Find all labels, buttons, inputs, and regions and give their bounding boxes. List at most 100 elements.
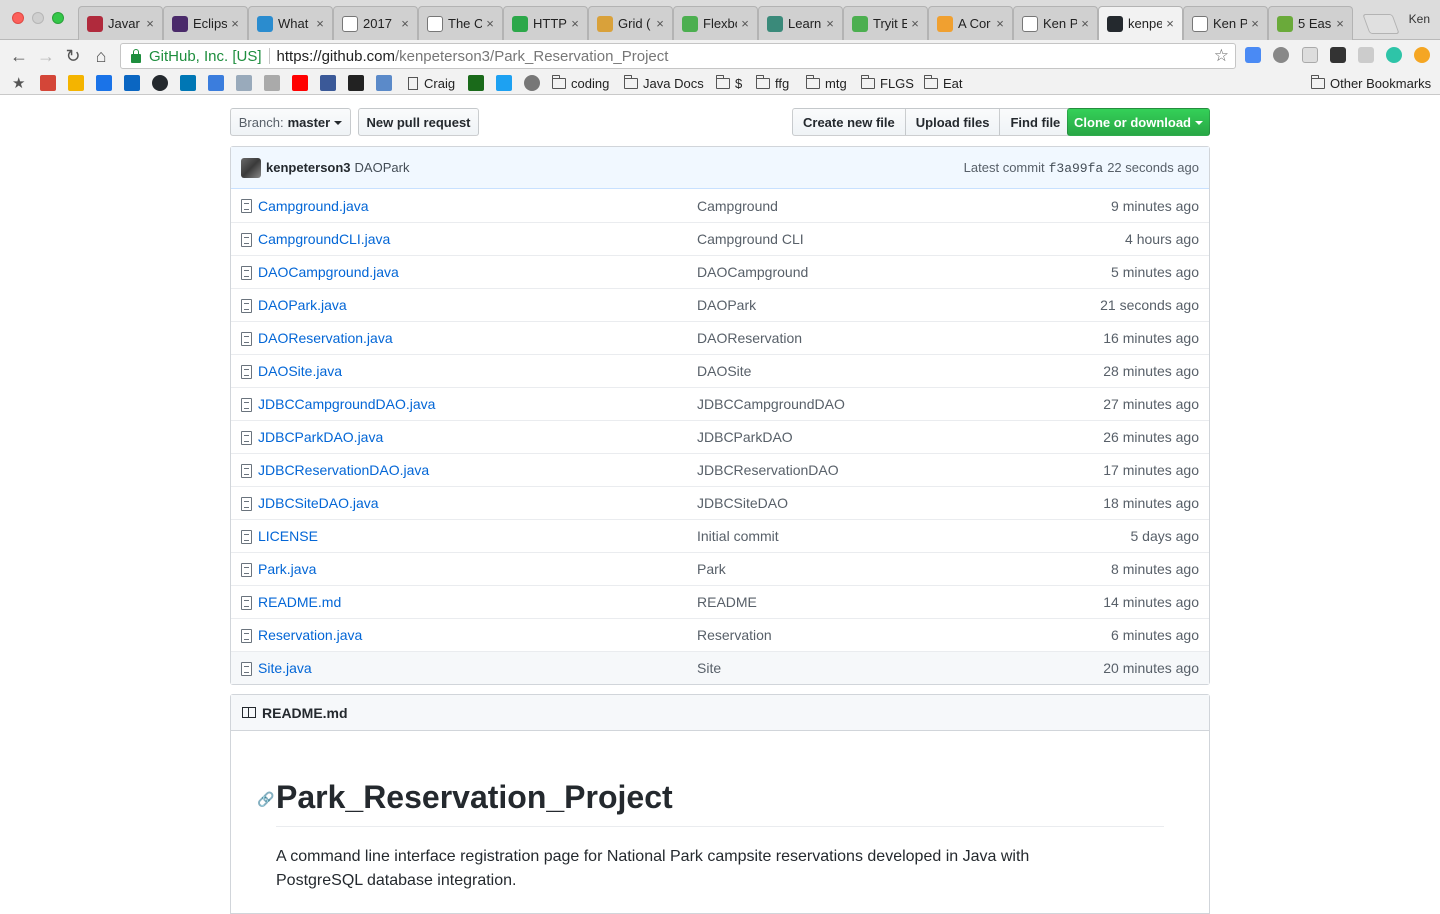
file-commit-message[interactable]: DAOCampground <box>697 264 808 280</box>
browser-tab[interactable]: The C × <box>418 6 503 40</box>
close-tab-icon[interactable]: × <box>229 16 241 31</box>
file-name-link[interactable]: DAOPark.java <box>258 297 347 313</box>
avatar[interactable] <box>241 157 261 178</box>
file-name-link[interactable]: Park.java <box>258 561 316 577</box>
browser-tab[interactable]: A Cor × <box>928 6 1013 40</box>
link-anchor-icon[interactable]: 🔗 <box>257 791 274 808</box>
create-new-file-button[interactable]: Create new file <box>792 108 906 136</box>
file-commit-message[interactable]: Reservation <box>697 627 772 643</box>
file-commit-message[interactable]: Site <box>697 660 721 676</box>
browser-tab[interactable]: Tryit E × <box>843 6 928 40</box>
file-commit-message[interactable]: README <box>697 594 757 610</box>
bookmark-folder-dollar[interactable]: $ <box>716 74 742 91</box>
file-name-link[interactable]: README.md <box>258 594 341 610</box>
close-tab-icon[interactable]: × <box>1164 16 1176 31</box>
close-tab-icon[interactable]: × <box>569 16 581 31</box>
file-name-link[interactable]: DAOSite.java <box>258 363 342 379</box>
translate-extension-icon[interactable] <box>1245 47 1261 63</box>
new-tab-button[interactable] <box>1362 14 1400 34</box>
extension-m-icon[interactable] <box>1386 47 1402 63</box>
file-name-link[interactable]: Campground.java <box>258 198 369 214</box>
file-commit-message[interactable]: JDBCCampgroundDAO <box>697 396 845 412</box>
file-name-link[interactable]: Reservation.java <box>258 627 362 643</box>
bookmark-folder-flgs[interactable]: FLGS <box>861 74 914 91</box>
apple-icon[interactable] <box>524 75 540 91</box>
close-tab-icon[interactable]: × <box>654 16 666 31</box>
branch-select-button[interactable]: Branch: master <box>230 108 351 136</box>
bookmark-folder-ffg[interactable]: ffg <box>756 74 789 91</box>
file-name-link[interactable]: CampgroundCLI.java <box>258 231 390 247</box>
bookmark-folder-other[interactable]: Other Bookmarks <box>1311 74 1431 91</box>
close-tab-icon[interactable]: × <box>484 16 496 31</box>
file-name-link[interactable]: LICENSE <box>258 528 318 544</box>
file-commit-message[interactable]: DAOReservation <box>697 330 802 346</box>
close-tab-icon[interactable]: × <box>314 16 326 31</box>
forward-arrow-icon[interactable]: → <box>35 45 57 67</box>
facebook-icon[interactable] <box>320 75 336 91</box>
browser-tab[interactable]: 5 Eas × <box>1268 6 1353 40</box>
browser-tab[interactable]: HTTP × <box>503 6 588 40</box>
browser-tab[interactable]: Learn × <box>758 6 843 40</box>
minimize-window-button[interactable] <box>32 12 44 24</box>
browser-tab[interactable]: Ken P × <box>1013 6 1098 40</box>
file-name-link[interactable]: Site.java <box>258 660 312 676</box>
commit-message[interactable]: DAOPark <box>355 160 410 175</box>
file-commit-message[interactable]: JDBCSiteDAO <box>697 495 788 511</box>
bookmark-grid-icon[interactable] <box>236 75 252 91</box>
bookmark-folder-coding[interactable]: coding <box>552 74 609 91</box>
browser-tab[interactable]: Grid (× <box>588 6 673 40</box>
bookmark-tool-icon[interactable] <box>376 75 392 91</box>
file-name-link[interactable]: JDBCCampgroundDAO.java <box>258 396 435 412</box>
youtube-icon[interactable] <box>292 75 308 91</box>
file-commit-message[interactable]: JDBCReservationDAO <box>697 462 839 478</box>
file-name-link[interactable]: JDBCSiteDAO.java <box>258 495 379 511</box>
file-commit-message[interactable]: Campground CLI <box>697 231 804 247</box>
file-name-link[interactable]: DAOCampground.java <box>258 264 399 280</box>
bookmark-folder-java-docs[interactable]: Java Docs <box>624 74 704 91</box>
file-name-link[interactable]: JDBCReservationDAO.java <box>258 462 429 478</box>
browser-tab[interactable]: Flexbo× <box>673 6 758 40</box>
upload-files-button[interactable]: Upload files <box>904 108 1001 136</box>
close-tab-icon[interactable]: × <box>1249 16 1261 31</box>
reload-icon[interactable]: ↻ <box>62 45 84 67</box>
browser-tab[interactable]: Eclips × <box>163 6 248 40</box>
browser-tab[interactable]: Ken P × <box>1183 6 1268 40</box>
close-tab-icon[interactable]: × <box>824 16 836 31</box>
find-file-button[interactable]: Find file <box>999 108 1072 136</box>
browser-tab[interactable]: 2017 × <box>333 6 418 40</box>
file-commit-message[interactable]: Initial commit <box>697 528 779 544</box>
zoom-window-button[interactable] <box>52 12 64 24</box>
extension-dots-icon[interactable] <box>1330 47 1346 63</box>
linkedin-icon[interactable] <box>180 75 196 91</box>
close-tab-icon[interactable]: × <box>994 16 1006 31</box>
file-commit-message[interactable]: Park <box>697 561 726 577</box>
bookmark-app-icon[interactable] <box>124 75 140 91</box>
close-tab-icon[interactable]: × <box>739 16 751 31</box>
browser-tab[interactable]: Javar × <box>78 6 163 40</box>
close-tab-icon[interactable]: × <box>1079 16 1091 31</box>
commit-author[interactable]: kenpeterson3 <box>266 160 351 175</box>
gmail-icon[interactable] <box>40 75 56 91</box>
close-tab-icon[interactable]: × <box>144 16 156 31</box>
file-name-link[interactable]: DAOReservation.java <box>258 330 393 346</box>
extension-image-icon[interactable] <box>1302 47 1318 63</box>
file-commit-message[interactable]: DAOSite <box>697 363 751 379</box>
bookmark-folder-eat[interactable]: Eat <box>924 74 963 91</box>
browser-tab[interactable]: kenpe × <box>1098 6 1183 40</box>
bookmark-star-icon[interactable]: ☆ <box>1214 46 1229 66</box>
file-commit-message[interactable]: DAOPark <box>697 297 756 313</box>
close-tab-icon[interactable]: × <box>1334 16 1346 31</box>
extension-gear-icon[interactable] <box>1273 47 1289 63</box>
bookmark-folder-mtg[interactable]: mtg <box>806 74 847 91</box>
new-pull-request-button[interactable]: New pull request <box>358 108 479 136</box>
extension-k-icon[interactable] <box>1358 47 1374 63</box>
amazon-icon[interactable] <box>348 75 364 91</box>
extension-orange-icon[interactable] <box>1414 47 1430 63</box>
github-icon[interactable] <box>152 75 168 91</box>
bookmark-craig[interactable]: Craig <box>408 75 455 91</box>
file-name-link[interactable]: JDBCParkDAO.java <box>258 429 383 445</box>
address-bar[interactable]: GitHub, Inc. [US] https://github.com/ken… <box>120 43 1236 69</box>
twitter-icon[interactable] <box>496 75 512 91</box>
profile-name[interactable]: Ken <box>1409 12 1430 26</box>
bookmark-star-icon[interactable]: ★ <box>12 75 25 92</box>
